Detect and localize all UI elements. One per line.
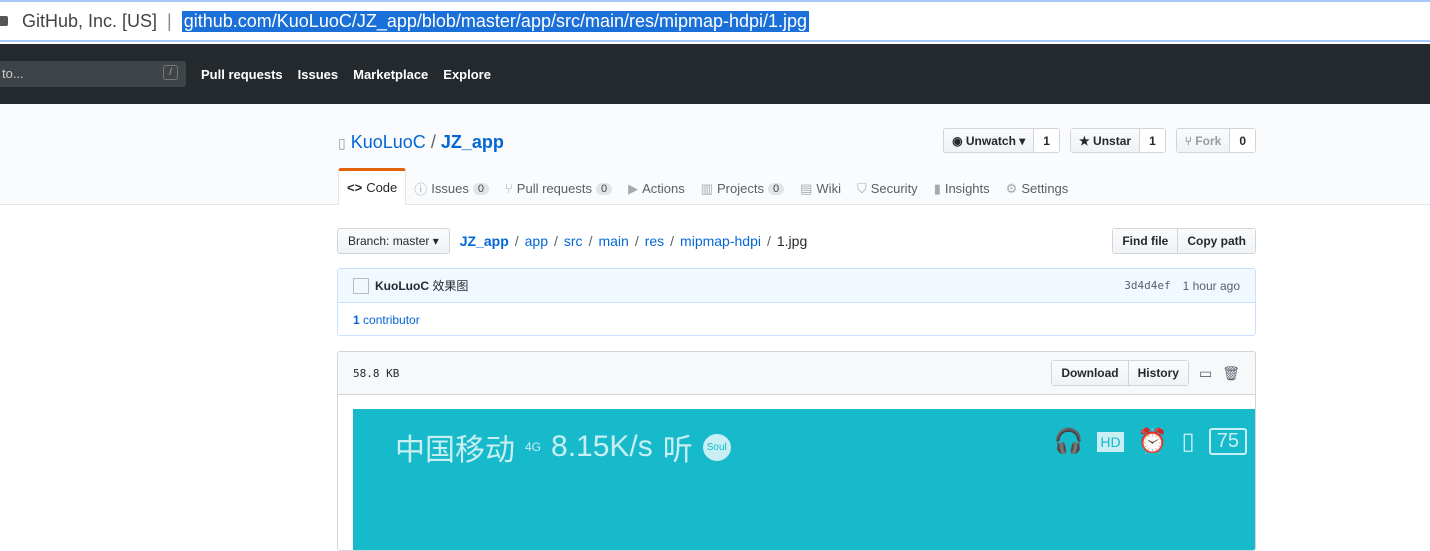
download-button[interactable]: Download xyxy=(1052,361,1128,385)
tab-wiki[interactable]: ▤ Wiki xyxy=(792,168,849,208)
tab-label: Code xyxy=(366,180,398,195)
tab-label: Pull requests xyxy=(516,181,592,196)
search-placeholder: to... xyxy=(2,66,24,81)
site-identity: GitHub, Inc. [US] xyxy=(22,10,158,31)
graph-icon: ▮ xyxy=(933,180,941,196)
tab-label: Insights xyxy=(944,181,990,196)
tab-settings[interactable]: ⚙ Settings xyxy=(998,168,1077,208)
gear-icon: ⚙ xyxy=(1005,180,1018,196)
breadcrumb-link[interactable]: JZ_app xyxy=(460,233,509,249)
tab-label: Projects xyxy=(717,181,764,196)
project-icon: ▥ xyxy=(700,180,714,196)
breadcrumb-link[interactable]: main xyxy=(598,233,628,249)
breadcrumb: Branch: master ▾ JZ_app / app / src / main /… xyxy=(337,228,807,254)
commit-author[interactable]: KuoLuoC xyxy=(375,279,429,293)
desktop-icon[interactable]: ▭ xyxy=(1199,365,1212,382)
hd-icon: HD xyxy=(1097,431,1124,452)
tab-label: Issues xyxy=(431,181,469,196)
fork-icon: ⑂ xyxy=(1184,134,1196,148)
commit-sha[interactable]: 3d4d4ef xyxy=(1124,279,1170,293)
watch-count[interactable]: 1 xyxy=(1034,129,1059,152)
speed-text: 8.15K/s xyxy=(551,430,653,463)
nav-explore[interactable]: Explore xyxy=(443,67,491,82)
nav-issues[interactable]: Issues xyxy=(298,67,338,82)
branch-selector[interactable]: Branch: master ▾ xyxy=(337,228,450,254)
tab-label: Wiki xyxy=(816,181,841,196)
commit-tease: KuoLuoC 效果图 3d4d4ef 1 hour ago 1 contribu… xyxy=(337,268,1256,336)
star-count[interactable]: 1 xyxy=(1140,129,1165,152)
tab-label: Security xyxy=(870,181,918,196)
watch-button[interactable]: ◉ Unwatch ▾ 1 xyxy=(943,128,1060,153)
current-file: 1.jpg xyxy=(776,233,808,249)
code-icon: <> xyxy=(347,180,363,195)
repo-name[interactable]: JZ_app xyxy=(441,132,504,152)
file-size: 58.8 KB xyxy=(353,366,400,380)
tab-issues[interactable]: ⓘ Issues 0 xyxy=(406,168,497,208)
play-icon: ▶ xyxy=(628,180,639,196)
fork-button[interactable]: ⑂ Fork 0 xyxy=(1175,128,1256,153)
contributors-count: 1 xyxy=(353,313,360,327)
branch-label: Branch: master xyxy=(348,234,430,248)
tab-actions[interactable]: ▶ Actions xyxy=(620,168,693,208)
divider: | xyxy=(167,10,172,31)
lock-icon xyxy=(0,16,8,26)
star-label: Unstar xyxy=(1093,134,1132,148)
repo-title: ▯ KuoLuoC / JZ_app xyxy=(338,132,504,153)
vibrate-icon: ▯ xyxy=(1181,428,1195,455)
carrier-text: 中国移动 xyxy=(395,434,515,467)
watch-label: Unwatch xyxy=(965,134,1016,148)
breadcrumb-link[interactable]: app xyxy=(525,233,548,249)
fork-label: Fork xyxy=(1195,134,1222,148)
trash-icon[interactable]: 🗑 xyxy=(1222,365,1240,382)
tab-pull-requests[interactable]: ⑂ Pull requests 0 xyxy=(497,168,620,208)
headphone-icon: 🎧 xyxy=(1053,428,1084,455)
history-button[interactable]: History xyxy=(1127,361,1188,385)
repo-icon: ▯ xyxy=(338,135,346,151)
avatar[interactable] xyxy=(353,277,369,294)
tab-insights[interactable]: ▮ Insights xyxy=(926,168,998,208)
signal-icon: 4G xyxy=(525,440,542,454)
image-preview: 中国移动 4G 8.15K/s 听 Soul 🎧 HD ⏰ ▯ 75 xyxy=(353,409,1255,550)
fork-count[interactable]: 0 xyxy=(1230,129,1255,152)
tab-security[interactable]: ⛉ Security xyxy=(849,168,926,208)
shield-icon: ⛉ xyxy=(856,180,867,196)
star-icon: ★ xyxy=(1078,134,1094,148)
soul-icon: Soul xyxy=(702,433,731,461)
contributors-label: contributor xyxy=(363,313,420,327)
breadcrumb-link[interactable]: mipmap-hdpi xyxy=(680,233,761,249)
issues-count: 0 xyxy=(472,182,489,195)
nav-pull-requests[interactable]: Pull requests xyxy=(201,67,283,82)
tab-label: Actions xyxy=(642,181,685,196)
contributors-link[interactable]: 1 contributor xyxy=(338,303,1255,337)
copy-path-button[interactable]: Copy path xyxy=(1177,229,1255,253)
github-header: to... / Pull requests Issues Marketplace … xyxy=(0,44,1430,104)
repo-owner[interactable]: KuoLuoC xyxy=(351,132,426,152)
commit-time: 1 hour ago xyxy=(1182,278,1240,293)
app-icon: 听 xyxy=(662,434,693,467)
pull-request-icon: ⑂ xyxy=(504,181,513,196)
tab-projects[interactable]: ▥ Projects 0 xyxy=(693,168,792,208)
alarm-icon: ⏰ xyxy=(1137,428,1168,455)
pr-count: 0 xyxy=(595,182,613,195)
tab-code[interactable]: <> Code xyxy=(338,168,407,205)
projects-count: 0 xyxy=(767,182,785,195)
search-input[interactable]: to... / xyxy=(0,61,186,87)
separator: / xyxy=(430,132,436,152)
url-text[interactable]: github.com/KuoLuoC/JZ_app/blob/master/ap… xyxy=(181,10,810,32)
nav-marketplace[interactable]: Marketplace xyxy=(353,67,428,82)
tab-label: Settings xyxy=(1021,181,1069,196)
breadcrumb-link[interactable]: res xyxy=(645,233,664,249)
repo-header: ▯ KuoLuoC / JZ_app ◉ Unwatch ▾ 1 ★ Unstar… xyxy=(0,104,1430,205)
commit-message[interactable]: 效果图 xyxy=(432,277,468,294)
eye-icon: ◉ xyxy=(952,134,966,148)
battery-icon: 75 xyxy=(1208,428,1247,455)
star-button[interactable]: ★ Unstar 1 xyxy=(1069,128,1166,153)
issue-icon: ⓘ xyxy=(414,182,428,197)
address-bar[interactable]: GitHub, Inc. [US] | github.com/KuoLuoC/J… xyxy=(0,0,1430,42)
find-file-button[interactable]: Find file xyxy=(1113,229,1178,253)
slash-shortcut: / xyxy=(163,65,178,80)
book-icon: ▤ xyxy=(800,180,813,196)
breadcrumb-link[interactable]: src xyxy=(564,233,583,249)
file-viewer: 58.8 KB Download History ▭ 🗑 中国移动 4G 8.1… xyxy=(337,351,1256,551)
